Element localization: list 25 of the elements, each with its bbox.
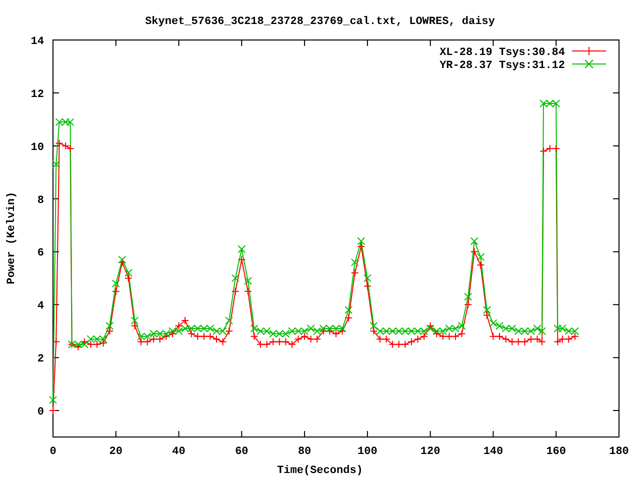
tick-label: 80 [298, 446, 312, 458]
tick-label: 2 [37, 354, 44, 366]
tick-label: 140 [483, 446, 504, 458]
tick-label: 100 [358, 446, 378, 458]
tick-label: 10 [30, 142, 44, 154]
legend-key-icon [572, 46, 606, 56]
tick-label: 160 [546, 446, 566, 458]
tick-label: 20 [109, 446, 122, 458]
tick-label: 60 [235, 446, 248, 458]
tick-label: 180 [609, 446, 629, 458]
tick-label: 12 [30, 88, 44, 101]
tick-label: 8 [37, 194, 44, 207]
y-axis-label: Power (Kelvin) [6, 192, 18, 284]
legend-label: YR-28.37 Tsys:31.12 [440, 60, 565, 72]
legend-label: XL-28.19 Tsys:30.84 [440, 47, 565, 59]
tick-label: 120 [420, 446, 440, 458]
chart-title: Skynet_57636_3C218_23728_23769_cal.txt, LOWRES, daisy [145, 16, 495, 28]
tick-label: 4 [37, 300, 44, 313]
legend-key-icon [572, 60, 606, 68]
tick-label: 40 [172, 446, 186, 458]
tick-label: 6 [37, 248, 44, 260]
tick-label: 0 [37, 406, 44, 419]
tick-label: 0 [50, 446, 56, 458]
x-axis-label: Time(Seconds) [277, 465, 363, 477]
tick-label: 14 [30, 36, 44, 48]
